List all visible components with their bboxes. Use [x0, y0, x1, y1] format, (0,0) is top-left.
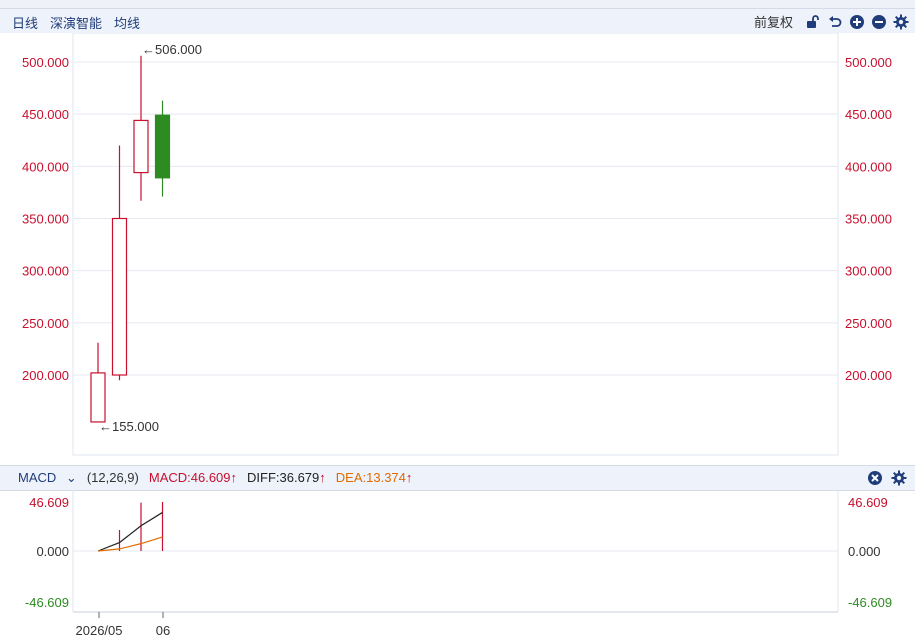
settings-gear-icon[interactable] — [893, 14, 909, 30]
macd-indicator-bar: MACD ⌄ (12,26,9) MACD:46.609↑ DIFF:36.67… — [0, 465, 915, 491]
tab-moving-average[interactable]: 均线 — [114, 13, 140, 32]
low-price-annotation: ←155.000 — [99, 419, 159, 434]
price-tick-right: 300.000 — [845, 264, 892, 279]
tab-daily[interactable]: 日线 — [12, 13, 38, 32]
candle-body — [154, 114, 171, 179]
adjust-mode-button[interactable]: 前复权 — [754, 12, 793, 31]
price-tick-right: 350.000 — [845, 212, 892, 227]
x-label-06: 06 — [156, 623, 170, 638]
macd-axis-bottom-left: -46.609 — [25, 595, 69, 610]
macd-value: MACD:46.609↑ — [148, 470, 238, 485]
indicator-settings-icon[interactable] — [891, 470, 907, 486]
price-tick-left: 300.000 — [22, 264, 69, 279]
macd-params[interactable]: (12,26,9) — [87, 470, 139, 486]
candle-body — [111, 217, 128, 376]
price-tick-right: 250.000 — [845, 316, 892, 331]
macd-axis-top-right: 46.609 — [848, 495, 888, 510]
zoom-out-icon[interactable] — [871, 14, 887, 30]
price-tick-right: 400.000 — [845, 159, 892, 174]
price-tick-left: 500.000 — [22, 55, 69, 70]
candle-body — [90, 372, 106, 423]
diff-value: DIFF:36.679↑ — [247, 470, 326, 485]
macd-axis-top-left: 46.609 — [29, 495, 69, 510]
price-tick-right: 200.000 — [845, 368, 892, 383]
price-tick-left: 200.000 — [22, 368, 69, 383]
candle-body — [133, 119, 149, 174]
chevron-down-icon: ⌄ — [65, 470, 77, 485]
macd-axis-bottom-right: -46.609 — [848, 595, 892, 610]
high-price-annotation: ←506.000 — [142, 42, 202, 57]
price-tick-right: 450.000 — [845, 107, 892, 122]
candlestick-chart[interactable]: 500.000 450.000 400.000 350.000 300.000 250.0… — [0, 33, 915, 465]
dea-value: DEA:13.374↑ — [335, 470, 413, 485]
tab-stock-name[interactable]: 深演智能 — [50, 13, 102, 32]
price-tick-left: 250.000 — [22, 316, 69, 331]
macd-chart[interactable]: 46.609 0.000 -46.609 46.609 0.000 -46.60… — [0, 490, 915, 641]
dea-line — [97, 536, 163, 552]
unlock-icon[interactable] — [805, 14, 821, 30]
chart-toolbar: 日线 深演智能 均线 前复权 — [0, 9, 915, 33]
macd-axis-mid-left: 0.000 — [36, 544, 69, 559]
indicator-select[interactable]: MACD ⌄ — [18, 470, 77, 486]
price-tick-left: 350.000 — [22, 212, 69, 227]
close-indicator-icon[interactable] — [867, 470, 883, 486]
price-tick-right: 500.000 — [845, 55, 892, 70]
x-label-month: 2026/05 — [76, 623, 123, 638]
price-tick-left: 450.000 — [22, 107, 69, 122]
zoom-in-icon[interactable] — [849, 14, 865, 30]
top-tab-strip — [0, 0, 915, 9]
diff-line — [97, 511, 163, 552]
undo-icon[interactable] — [827, 14, 843, 30]
price-panel-frame — [72, 33, 839, 456]
macd-axis-mid-right: 0.000 — [848, 544, 881, 559]
price-tick-left: 400.000 — [22, 159, 69, 174]
